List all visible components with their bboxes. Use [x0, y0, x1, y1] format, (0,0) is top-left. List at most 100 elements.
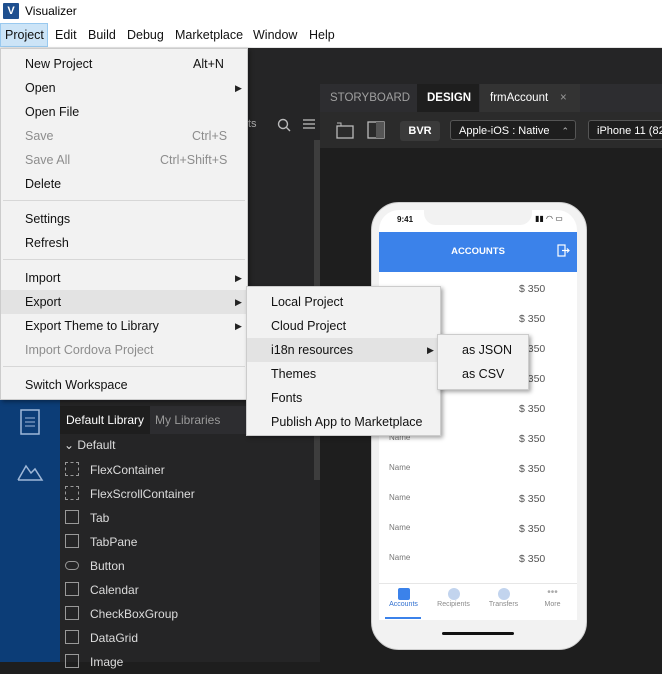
library-group-label: Default — [77, 438, 116, 452]
menu-debug[interactable]: Debug — [123, 23, 168, 47]
menu-themes[interactable]: Themes — [247, 362, 440, 386]
amount: $ 350 — [519, 433, 546, 445]
library-item[interactable]: Image — [65, 650, 315, 674]
platform-dropdown[interactable]: Apple-iOS : Native ⌃ — [450, 120, 576, 140]
menu-import[interactable]: Import ▶ — [1, 266, 247, 290]
left-sidebar — [0, 394, 60, 662]
bvr-button[interactable]: BVR — [400, 121, 440, 141]
menu-refresh[interactable]: Refresh — [1, 231, 247, 255]
list-item[interactable]: Name $ 350 — [379, 484, 577, 514]
library-item[interactable]: FlexScrollContainer — [65, 482, 315, 506]
menu-as-csv[interactable]: as CSV — [438, 362, 528, 386]
menu-marketplace[interactable]: Marketplace — [171, 23, 247, 47]
more-dots-icon: ••• — [547, 587, 558, 598]
phone-tab-nav: Accounts Recipients Transfers ••• More — [379, 583, 577, 620]
menu-bar: Project Edit Build Debug Marketplace Win… — [0, 23, 662, 48]
nav-more[interactable]: ••• More — [528, 584, 577, 620]
chevron-right-icon: ▶ — [235, 273, 242, 283]
close-icon[interactable]: × — [560, 84, 567, 112]
nav-transfers[interactable]: Transfers — [479, 584, 528, 620]
library-item[interactable]: Calendar — [65, 578, 315, 602]
active-tab-indicator — [385, 617, 421, 619]
tab-my-libraries[interactable]: My Libraries — [149, 406, 226, 434]
amount: $ 350 — [519, 463, 546, 475]
transfers-icon — [497, 588, 510, 600]
library-item[interactable]: TabPane — [65, 530, 315, 554]
menu-edit[interactable]: Edit — [51, 23, 81, 47]
menu-separator — [3, 366, 245, 367]
library-item-label: DataGrid — [90, 631, 139, 645]
library-item[interactable]: Button — [65, 554, 315, 578]
menu-build[interactable]: Build — [84, 23, 120, 47]
chevron-down-icon: ⌄ — [64, 438, 75, 452]
rotate-device-icon[interactable] — [334, 120, 356, 143]
library-item-label: Calendar — [90, 583, 139, 597]
device-frame-icon[interactable] — [366, 120, 386, 143]
menu-i18n-resources[interactable]: i18n resources ▶ — [247, 338, 440, 362]
checkbox-icon — [65, 606, 79, 620]
amount: $ 350 — [519, 403, 546, 415]
device-dropdown[interactable]: iPhone 11 (828 — [588, 120, 662, 140]
flexcontainer-icon — [65, 462, 79, 476]
library-group-default[interactable]: ⌄ Default — [64, 438, 115, 452]
amount: $ 350 — [519, 523, 546, 535]
menu-settings[interactable]: Settings — [1, 207, 247, 231]
project-menu: New Project Alt+N Open ▶ Open File Save Ctr… — [0, 48, 248, 400]
menu-switch-workspace[interactable]: Switch Workspace — [1, 373, 247, 397]
accounts-title: ACCOUNTS — [451, 246, 505, 257]
menu-help[interactable]: Help — [305, 23, 339, 47]
menu-save-all[interactable]: Save All Ctrl+Shift+S — [1, 148, 247, 172]
nav-recipients[interactable]: Recipients — [429, 584, 478, 620]
library-item-label: Image — [90, 655, 124, 669]
hamburger-menu-icon[interactable] — [303, 118, 317, 132]
tab-frmaccount[interactable]: frmAccount × — [480, 84, 580, 112]
menu-separator — [3, 200, 245, 201]
amount: $ 350 — [519, 313, 546, 325]
menu-separator — [3, 259, 245, 260]
amount: $ 350 — [519, 493, 546, 505]
menu-export[interactable]: Export ▶ — [1, 290, 247, 314]
list-item[interactable]: Name $ 350 — [379, 514, 577, 544]
flexscrollcontainer-icon — [65, 486, 79, 500]
menu-open[interactable]: Open ▶ — [1, 76, 247, 100]
tab-default-library[interactable]: Default Library — [60, 406, 151, 434]
menu-save[interactable]: Save Ctrl+S — [1, 124, 247, 148]
menu-delete[interactable]: Delete — [1, 172, 247, 196]
library-item[interactable]: FlexContainer — [65, 458, 315, 482]
menu-open-file[interactable]: Open File — [1, 100, 247, 124]
library-item-label: Tab — [90, 511, 110, 525]
amount: $ 350 — [519, 553, 546, 565]
library-item[interactable]: CheckBoxGroup — [65, 602, 315, 626]
chevron-right-icon: ▶ — [235, 321, 242, 331]
chevron-right-icon: ▶ — [427, 345, 434, 355]
search-icon[interactable] — [277, 118, 293, 134]
accounts-icon — [397, 588, 410, 600]
nav-label: Accounts — [389, 601, 418, 608]
menu-publish-marketplace[interactable]: Publish App to Marketplace — [247, 410, 440, 434]
menu-cloud-project[interactable]: Cloud Project — [247, 314, 440, 338]
panel-partial-label: ts — [248, 118, 257, 130]
menu-import-cordova[interactable]: Import Cordova Project — [1, 338, 247, 362]
menu-export-theme[interactable]: Export Theme to Library ▶ — [1, 314, 247, 338]
tab-storyboard[interactable]: STORYBOARD — [320, 84, 415, 112]
mountain-icon[interactable] — [16, 460, 44, 485]
platform-value: Apple-iOS : Native — [459, 125, 550, 137]
library-item[interactable]: DataGrid — [65, 626, 315, 650]
menu-as-json[interactable]: as JSON — [438, 338, 528, 362]
app-title: Visualizer — [25, 4, 77, 18]
menu-project[interactable]: Project — [0, 23, 48, 47]
menu-window[interactable]: Window — [249, 23, 301, 47]
document-icon[interactable] — [18, 408, 42, 439]
menu-fonts[interactable]: Fonts — [247, 386, 440, 410]
tab-design[interactable]: DESIGN — [417, 84, 479, 112]
library-item-label: TabPane — [90, 535, 138, 549]
list-item[interactable]: Name $ 350 — [379, 544, 577, 574]
library-item[interactable]: Tab — [65, 506, 315, 530]
tab-icon — [65, 510, 79, 524]
nav-label: More — [544, 601, 561, 608]
logout-icon[interactable] — [557, 244, 570, 260]
nav-accounts[interactable]: Accounts — [379, 584, 428, 620]
list-item[interactable]: Name $ 350 — [379, 454, 577, 484]
menu-new-project[interactable]: New Project Alt+N — [1, 52, 247, 76]
menu-local-project[interactable]: Local Project — [247, 290, 440, 314]
